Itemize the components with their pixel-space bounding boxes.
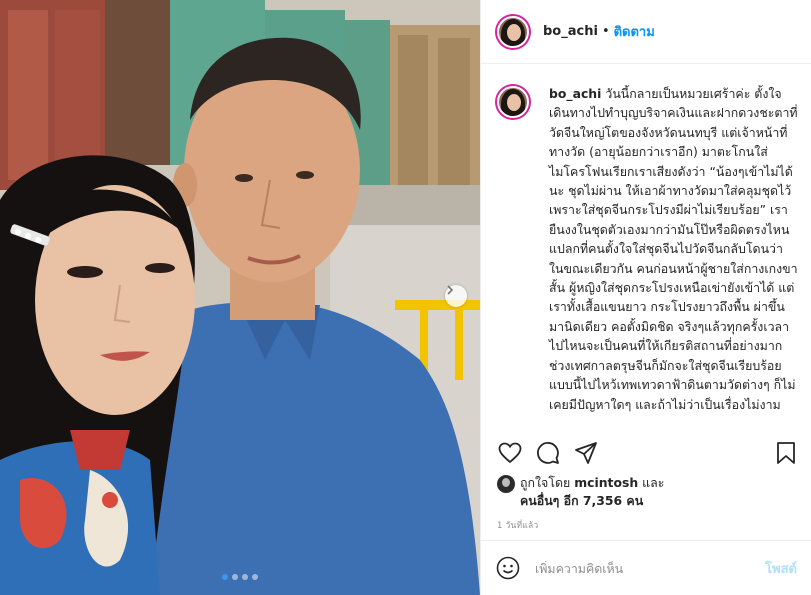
liker-avatar[interactable]: [497, 475, 515, 493]
comment-button[interactable]: [535, 440, 561, 466]
follow-button[interactable]: ติดตาม: [614, 21, 655, 42]
emoji-button[interactable]: [495, 555, 521, 581]
bookmark-icon: [777, 442, 795, 464]
post-header: bo_achi • ติดตาม: [481, 0, 811, 64]
post-side-panel: bo_achi • ติดตาม bo_achi วันนี้กลายเป็นหม…: [480, 0, 811, 595]
carousel-indicator: [0, 574, 480, 580]
share-button[interactable]: [573, 440, 599, 466]
likes-others-link[interactable]: คนอื่นๆ อีก 7,356 คน: [520, 493, 643, 508]
caption-avatar[interactable]: [495, 84, 531, 120]
likes-prefix: ถูกใจโดย: [520, 475, 571, 490]
action-bar: [497, 437, 799, 469]
carousel-dot: [232, 574, 238, 580]
post-comment-button[interactable]: โพสต์: [765, 558, 797, 579]
caption-body: วันนี้กลายเป็นหมวยเศร้าค่ะ ตั้งใจเดินทาง…: [549, 86, 798, 412]
paper-plane-icon: [575, 442, 597, 464]
instagram-post: bo_achi • ติดตาม bo_achi วันนี้กลายเป็นหม…: [0, 0, 811, 595]
caption-area[interactable]: bo_achi วันนี้กลายเป็นหมวยเศร้าค่ะ ตั้งใจ…: [495, 84, 803, 426]
add-comment-bar: โพสต์: [481, 540, 811, 595]
carousel-dot-active: [222, 574, 228, 580]
likes-conjunction: และ: [642, 475, 665, 490]
smiley-icon: [496, 556, 520, 580]
save-button[interactable]: [773, 440, 799, 466]
like-button[interactable]: [497, 440, 523, 466]
likes-summary: ถูกใจโดย mcintosh และ คนอื่นๆ อีก 7,356 …: [497, 474, 799, 510]
speech-bubble-icon: [537, 442, 559, 464]
carousel-dot: [242, 574, 248, 580]
selfie-illustration: [0, 0, 480, 595]
post-timestamp[interactable]: 1 วันที่แล้ว: [497, 518, 538, 532]
heart-icon: [498, 442, 522, 464]
liker-username[interactable]: mcintosh: [574, 475, 638, 490]
caption-text: bo_achi วันนี้กลายเป็นหมวยเศร้าค่ะ ตั้งใจ…: [549, 84, 799, 426]
post-photo[interactable]: [0, 0, 480, 595]
header-separator: •: [601, 24, 610, 39]
caption-username[interactable]: bo_achi: [549, 86, 601, 101]
chevron-right-icon: [447, 285, 454, 295]
comment-input[interactable]: [535, 560, 766, 576]
header-username[interactable]: bo_achi: [543, 24, 598, 39]
next-slide-button[interactable]: [445, 285, 467, 307]
carousel-dot: [252, 574, 258, 580]
avatar[interactable]: [495, 13, 531, 50]
